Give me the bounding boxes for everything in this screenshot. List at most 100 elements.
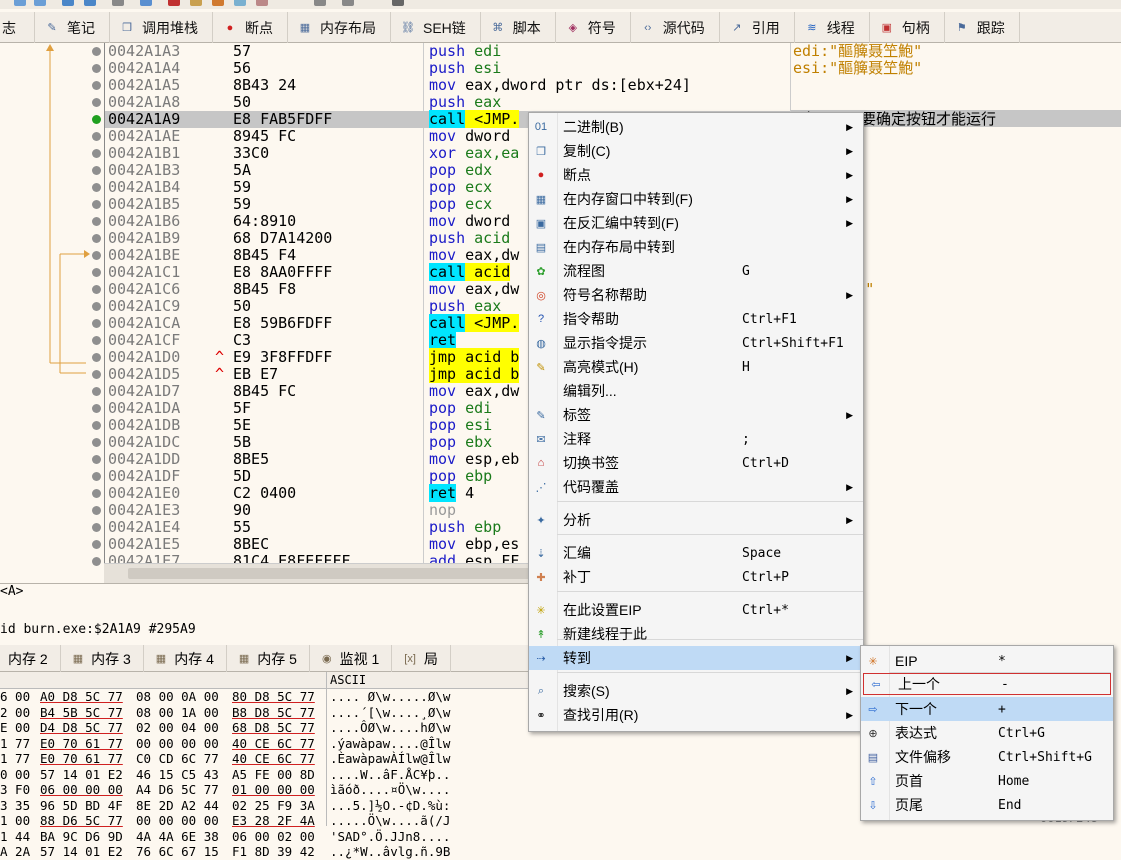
menu-item-binoculars[interactable]: ⚭ 查找引用(R) ▶ — [529, 703, 863, 727]
breakpoint-dot-icon[interactable] — [92, 455, 101, 464]
submenu-item-expression[interactable]: ⊕ 表达式 Ctrl+G — [861, 721, 1113, 745]
breakpoint-dot-icon[interactable] — [92, 234, 101, 243]
step-over-icon[interactable] — [34, 0, 46, 6]
disasm-row[interactable]: 0042A1A3 57 push edi — [92, 43, 791, 60]
step-out-icon[interactable] — [84, 0, 96, 6]
breakpoint-dot-icon[interactable] — [92, 64, 101, 73]
tab-symbol[interactable]: ◈ 符号 — [556, 12, 631, 43]
tab-trace[interactable]: ⚑ 跟踪 — [945, 12, 1020, 43]
menu-item-label[interactable]: ✎ 标签 ▶ — [529, 403, 863, 427]
menu-item-highlight[interactable]: ✎ 高亮模式(H) H — [529, 355, 863, 379]
breakpoint-dot-icon[interactable] — [92, 302, 101, 311]
menu-item-help-lifebuoy[interactable]: ◎ 符号名称帮助 ▶ — [529, 283, 863, 307]
dump-tab-4[interactable]: ◉ 监视 1 — [310, 645, 393, 672]
breakpoint-dot-icon[interactable] — [92, 81, 101, 90]
submenu-item-file-offset[interactable]: ▤ 文件偏移 Ctrl+Shift+G — [861, 745, 1113, 769]
context-menu[interactable]: 01 二进制(B) ▶ ❐ 复制(C) ▶ ● 断点 ▶ ▦ 在内存窗口中转到(F) ▶ ▣ 在反汇编中转… — [528, 112, 864, 732]
menu-item-analyze[interactable]: ✦ 分析 ▶ — [529, 508, 863, 532]
breakpoint-dot-icon[interactable] — [92, 200, 101, 209]
tab-script[interactable]: ⌘ 脚本 — [481, 12, 556, 43]
breakpoint-dot-icon[interactable] — [92, 540, 101, 549]
menu-item-hint[interactable]: ◍ 显示指令提示 Ctrl+Shift+F1 — [529, 331, 863, 355]
menu-item-dump-goto[interactable]: ▦ 在内存窗口中转到(F) ▶ — [529, 187, 863, 211]
breakpoint-dot-icon[interactable] — [92, 115, 101, 124]
menu-item-graph[interactable]: ✿ 流程图 G — [529, 259, 863, 283]
step-into-icon[interactable] — [62, 0, 74, 6]
dump-tab-5[interactable]: [x] 局 — [392, 645, 451, 672]
breakpoint-dot-icon[interactable] — [92, 557, 101, 566]
menu-item-edit-columns[interactable]: 编辑列... — [529, 379, 863, 403]
step-icon[interactable] — [14, 0, 26, 6]
menu-item-coverage[interactable]: ⋰ 代码覆盖 ▶ — [529, 475, 863, 499]
breakpoint-dot-icon[interactable] — [92, 404, 101, 413]
breakpoint-dot-icon[interactable] — [92, 336, 101, 345]
breakpoint-dot-icon[interactable] — [92, 47, 101, 56]
breakpoint-dot-icon[interactable] — [92, 251, 101, 260]
tab-thread[interactable]: ≋ 线程 — [795, 12, 870, 43]
breakpoint-dot-icon[interactable] — [92, 285, 101, 294]
menu-item-disasm-goto[interactable]: ▣ 在反汇编中转到(F) ▶ — [529, 211, 863, 235]
stop-icon[interactable] — [168, 0, 180, 6]
tab-breakpoint[interactable]: ● 断点 — [213, 12, 288, 43]
comment-toolbar-icon[interactable] — [256, 0, 268, 6]
tag-icon[interactable] — [234, 0, 246, 6]
breakpoint-dot-icon[interactable] — [92, 489, 101, 498]
submenu-item-page-top[interactable]: ⇧ 页首 Home — [861, 769, 1113, 793]
breakpoint-dot-icon[interactable] — [92, 506, 101, 515]
breakpoint-dot-icon[interactable] — [92, 183, 101, 192]
hash-icon[interactable] — [314, 0, 326, 6]
breakpoint-dot-icon[interactable] — [92, 98, 101, 107]
edit-icon[interactable] — [190, 0, 202, 6]
tab-seh[interactable]: ⛓ SEH链 — [391, 12, 481, 43]
dump-tab-2[interactable]: ▦ 内存 4 — [144, 645, 227, 672]
menu-item-assemble[interactable]: ⇣ 汇编 Space — [529, 541, 863, 565]
breakpoint-dot-icon[interactable] — [92, 387, 101, 396]
dump-tab-0[interactable]: 内存 2 — [0, 645, 61, 672]
menu-item-copy[interactable]: ❐ 复制(C) ▶ — [529, 139, 863, 163]
breakpoint-dot-icon[interactable] — [92, 166, 101, 175]
breakpoint-dot-icon[interactable] — [92, 319, 101, 328]
animate-icon[interactable] — [140, 0, 152, 6]
menu-item-comment[interactable]: ✉ 注释; — [529, 427, 863, 451]
breakpoint-dot-icon[interactable] — [92, 353, 101, 362]
patch-toolbar-icon[interactable] — [212, 0, 224, 6]
menu-item-breakpoint[interactable]: ● 断点 ▶ — [529, 163, 863, 187]
menu-item-memmap-goto[interactable]: ▤ 在内存布局中转到 — [529, 235, 863, 259]
tab-handle[interactable]: ▣ 句柄 — [870, 12, 945, 43]
disasm-row[interactable]: 0042A1A8 50 push eax — [92, 94, 791, 111]
calc-icon[interactable] — [392, 0, 404, 6]
run-to-user-icon[interactable] — [112, 0, 124, 6]
tab-note[interactable]: ✎ 笔记 — [35, 12, 110, 43]
tab-log[interactable]: 志 — [0, 12, 35, 43]
breakpoint-dot-icon[interactable] — [92, 523, 101, 532]
menu-item-goto[interactable]: ⇢ 转到 ▶ — [529, 646, 863, 670]
tab-source[interactable]: ‹› 源代码 — [631, 12, 720, 43]
submenu-item-eip[interactable]: ✳ EIP * — [861, 649, 1113, 673]
menu-item-binary[interactable]: 01 二进制(B) ▶ — [529, 115, 863, 139]
breakpoint-dot-icon[interactable] — [92, 149, 101, 158]
breakpoint-dot-icon[interactable] — [92, 217, 101, 226]
menu-item-search[interactable]: ⌕ 搜索(S) ▶ — [529, 679, 863, 703]
breakpoint-dot-icon[interactable] — [92, 132, 101, 141]
breakpoint-dot-icon[interactable] — [92, 268, 101, 277]
tab-callstack[interactable]: ❒ 调用堆栈 — [110, 12, 213, 43]
menu-item-question[interactable]: ? 指令帮助 Ctrl+F1 — [529, 307, 863, 331]
goto-submenu[interactable]: ✳ EIP * ⇦ 上一个 - ⇨ 下一个 + ⊕ 表达式 Ctrl+G ▤ 文件偏移 Ctrl+Shift… — [860, 645, 1114, 821]
menu-item-set-eip[interactable]: ✳ 在此设置EIP Ctrl+* — [529, 598, 863, 622]
submenu-item-forward-arrow[interactable]: ⇨ 下一个 + — [861, 697, 1113, 721]
menu-item-bookmark[interactable]: ⌂ 切换书签 Ctrl+D — [529, 451, 863, 475]
memory-dump[interactable]: ASCII 6 00 A0 D8 5C 77 08 00 0A 00 80 D8 5C… — [0, 672, 530, 859]
breakpoint-dot-icon[interactable] — [92, 421, 101, 430]
breakpoint-dot-icon[interactable] — [92, 472, 101, 481]
tab-memory-map[interactable]: ▦ 内存布局 — [288, 12, 391, 43]
tab-reference[interactable]: ↗ 引用 — [720, 12, 795, 43]
dump-tab-1[interactable]: ▦ 内存 3 — [61, 645, 144, 672]
menu-item-new-thread[interactable]: ↟ 新建线程于此 — [529, 622, 863, 646]
breakpoint-dot-icon[interactable] — [92, 438, 101, 447]
font-icon[interactable] — [342, 0, 354, 6]
submenu-item-page-bottom[interactable]: ⇩ 页尾 End — [861, 793, 1113, 817]
disasm-row[interactable]: 0042A1A5 8B43 24 mov eax,dword ptr ds:[ebx… — [92, 77, 791, 94]
dump-tab-3[interactable]: ▦ 内存 5 — [227, 645, 310, 672]
breakpoint-dot-icon[interactable] — [92, 370, 101, 379]
disasm-row[interactable]: 0042A1A4 56 push esi — [92, 60, 791, 77]
